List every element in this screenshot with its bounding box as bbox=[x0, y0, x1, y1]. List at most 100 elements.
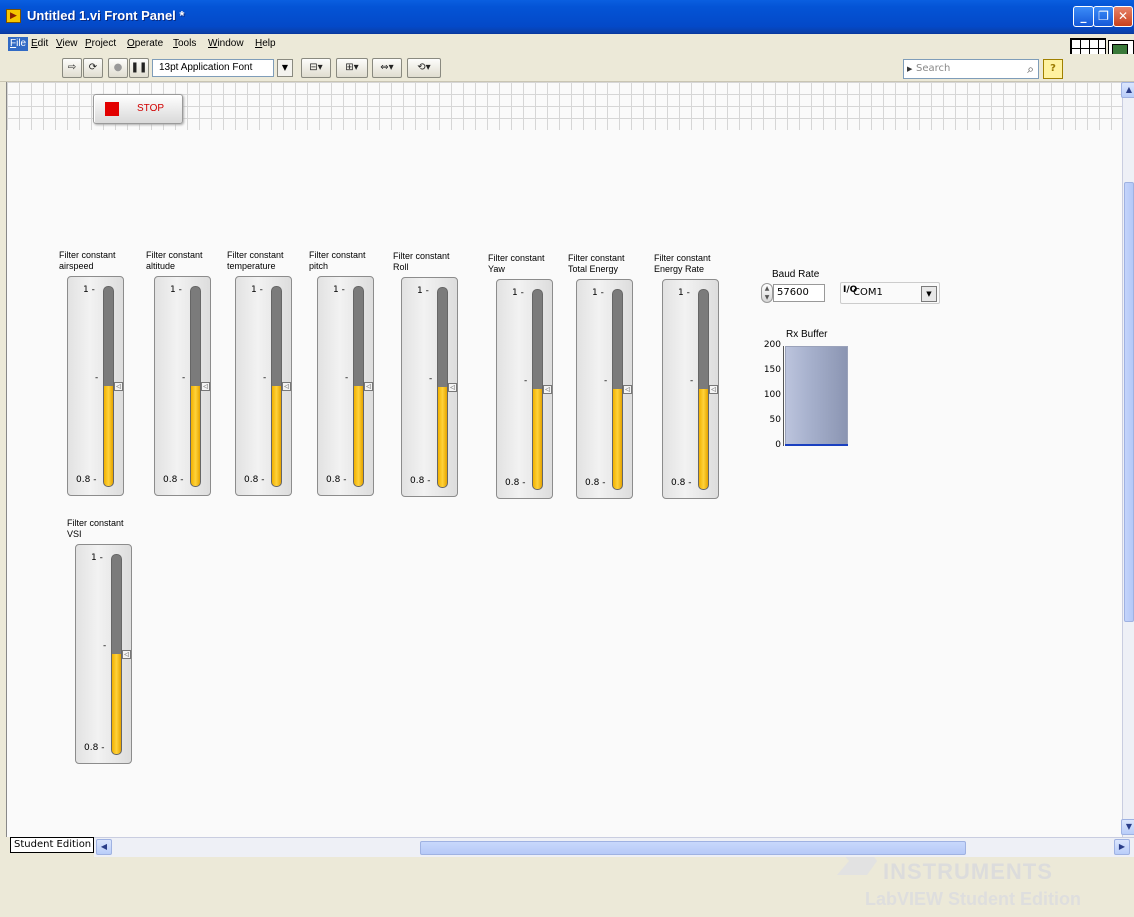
slide-fill bbox=[272, 385, 281, 486]
slide-frame: 1 - - 0.8 - ◁ bbox=[401, 277, 458, 497]
slide-max-label: 1 - bbox=[170, 285, 182, 295]
slide-mid-tick: - bbox=[345, 373, 349, 383]
slide-mid-tick: - bbox=[690, 376, 694, 386]
run-continuously-icon[interactable]: ⟳ bbox=[83, 58, 103, 78]
menu-edit[interactable]: Edit bbox=[31, 38, 48, 49]
slide-max-label: 1 - bbox=[83, 285, 95, 295]
scroll-right-icon[interactable]: ▶ bbox=[1114, 839, 1130, 855]
slide-caption: Filter constant Total Energy bbox=[568, 253, 625, 274]
menu-view[interactable]: View bbox=[56, 38, 78, 49]
menu-operate[interactable]: Operate bbox=[127, 38, 163, 49]
rx-buffer-bar bbox=[785, 346, 848, 446]
slide-track[interactable] bbox=[532, 289, 543, 490]
slide-fill bbox=[533, 388, 542, 489]
slide-mid-tick: - bbox=[95, 373, 99, 383]
slide-thumb-icon[interactable]: ◁ bbox=[282, 381, 291, 391]
slide-thumb-icon[interactable]: ◁ bbox=[623, 384, 632, 394]
baud-rate-field[interactable]: 57600 bbox=[773, 284, 825, 302]
student-edition-badge: Student Edition bbox=[10, 837, 94, 853]
menu-project[interactable]: Project bbox=[85, 38, 116, 49]
menu-help[interactable]: Help bbox=[255, 38, 276, 49]
slide-min-label: 0.8 - bbox=[505, 478, 526, 488]
slide-frame: 1 - - 0.8 - ◁ bbox=[154, 276, 211, 496]
slide-frame: 1 - - 0.8 - ◁ bbox=[496, 279, 553, 499]
maximize-icon[interactable]: ❐ bbox=[1093, 6, 1114, 27]
align-icon[interactable]: ⊟▾ bbox=[301, 58, 331, 78]
slide-thumb-icon[interactable]: ◁ bbox=[364, 381, 373, 391]
watermark-labview-student: LabVIEW Student Edition bbox=[865, 889, 1081, 909]
slide-track[interactable] bbox=[271, 286, 282, 487]
slide-caption: Filter constant Roll bbox=[393, 251, 450, 272]
rx-buffer-axis bbox=[783, 346, 784, 446]
rx-buffer-tick-label: 100 bbox=[763, 390, 781, 400]
help-button[interactable]: ? bbox=[1043, 59, 1063, 79]
search-placeholder: Search bbox=[916, 63, 951, 74]
scroll-up-icon[interactable]: ▲ bbox=[1121, 82, 1134, 98]
slide-max-label: 1 - bbox=[592, 288, 604, 298]
slide-track[interactable] bbox=[612, 289, 623, 490]
search-input[interactable]: ▶ Search ⌕ bbox=[903, 59, 1039, 79]
menu-window[interactable]: Window bbox=[208, 38, 244, 49]
baud-rate-increment-icon[interactable]: ▲ ▼ bbox=[761, 283, 773, 303]
slide-frame: 1 - - 0.8 - ◁ bbox=[235, 276, 292, 496]
vertical-scrollbar[interactable]: ▲ ▼ bbox=[1121, 82, 1134, 837]
rx-buffer-tick-label: 150 bbox=[763, 365, 781, 375]
slide-max-label: 1 - bbox=[91, 553, 103, 563]
rx-buffer-tick-label: 50 bbox=[769, 415, 781, 425]
toolbar: ⇨ ⟳ ● ❚❚ 13pt Application Font ▼ ⊟▾ ⊞▾ ⇔… bbox=[0, 54, 1134, 82]
slide-mid-tick: - bbox=[524, 376, 528, 386]
slide-fill bbox=[191, 385, 200, 486]
slide-track[interactable] bbox=[353, 286, 364, 487]
rx-buffer-tick-label: 0 bbox=[775, 440, 781, 450]
slide-mid-tick: - bbox=[103, 641, 107, 651]
search-arrow-icon: ▶ bbox=[907, 65, 913, 73]
vertical-scroll-thumb[interactable] bbox=[1124, 182, 1134, 622]
run-arrow-icon[interactable]: ⇨ bbox=[62, 58, 82, 78]
slide-caption: Filter constant temperature bbox=[227, 250, 284, 271]
scroll-down-icon[interactable]: ▼ bbox=[1121, 819, 1134, 835]
slide-mid-tick: - bbox=[263, 373, 267, 383]
search-icon[interactable]: ⌕ bbox=[1027, 60, 1034, 78]
abort-icon[interactable]: ● bbox=[108, 58, 128, 78]
font-selector[interactable]: 13pt Application Font bbox=[152, 59, 274, 77]
font-dropdown-arrow-icon[interactable]: ▼ bbox=[277, 59, 293, 77]
horizontal-scroll-thumb[interactable] bbox=[420, 841, 966, 855]
slide-track[interactable] bbox=[437, 287, 448, 488]
scroll-left-icon[interactable]: ◀ bbox=[96, 839, 112, 855]
menu-tools[interactable]: Tools bbox=[173, 38, 196, 49]
slide-track[interactable] bbox=[103, 286, 114, 487]
close-icon[interactable]: ✕ bbox=[1113, 6, 1133, 27]
distribute-icon[interactable]: ⊞▾ bbox=[336, 58, 368, 78]
slide-min-label: 0.8 - bbox=[326, 475, 347, 485]
resize-icon[interactable]: ⇔▾ bbox=[372, 58, 402, 78]
title-bar: ▶ Untitled 1.vi Front Panel * _ ❐ ✕ bbox=[0, 0, 1134, 34]
slide-thumb-icon[interactable]: ◁ bbox=[201, 381, 210, 391]
horizontal-scrollbar[interactable]: ◀ ▶ bbox=[94, 837, 1134, 857]
com-port-value: COM1 bbox=[853, 287, 883, 298]
slide-track[interactable] bbox=[190, 286, 201, 487]
stop-label: STOP bbox=[137, 103, 165, 114]
stop-button[interactable]: STOP bbox=[93, 94, 183, 124]
slide-track[interactable] bbox=[698, 289, 709, 490]
slide-max-label: 1 - bbox=[417, 286, 429, 296]
stop-icon bbox=[105, 102, 119, 116]
minimize-icon[interactable]: _ bbox=[1073, 6, 1094, 27]
pause-icon[interactable]: ❚❚ bbox=[129, 58, 149, 78]
slide-mid-tick: - bbox=[429, 374, 433, 384]
slide-thumb-icon[interactable]: ◁ bbox=[709, 384, 718, 394]
slide-max-label: 1 - bbox=[251, 285, 263, 295]
slide-min-label: 0.8 - bbox=[585, 478, 606, 488]
com-port-dropdown-icon[interactable]: ▼ bbox=[921, 286, 937, 302]
slide-thumb-icon[interactable]: ◁ bbox=[448, 382, 457, 392]
front-panel: STOP Filter constant airspeed 1 - - 0.8 - ◁ Fi… bbox=[6, 82, 1123, 909]
slide-thumb-icon[interactable]: ◁ bbox=[122, 649, 131, 659]
slide-track[interactable] bbox=[111, 554, 122, 755]
slide-frame: 1 - - 0.8 - ◁ bbox=[75, 544, 132, 764]
slide-thumb-icon[interactable]: ◁ bbox=[114, 381, 123, 391]
slide-thumb-icon[interactable]: ◁ bbox=[543, 384, 552, 394]
slide-fill bbox=[613, 388, 622, 489]
reorder-icon[interactable]: ⟲▾ bbox=[407, 58, 441, 78]
slide-min-label: 0.8 - bbox=[163, 475, 184, 485]
menu-file[interactable]: File bbox=[8, 37, 29, 51]
slide-frame: 1 - - 0.8 - ◁ bbox=[662, 279, 719, 499]
